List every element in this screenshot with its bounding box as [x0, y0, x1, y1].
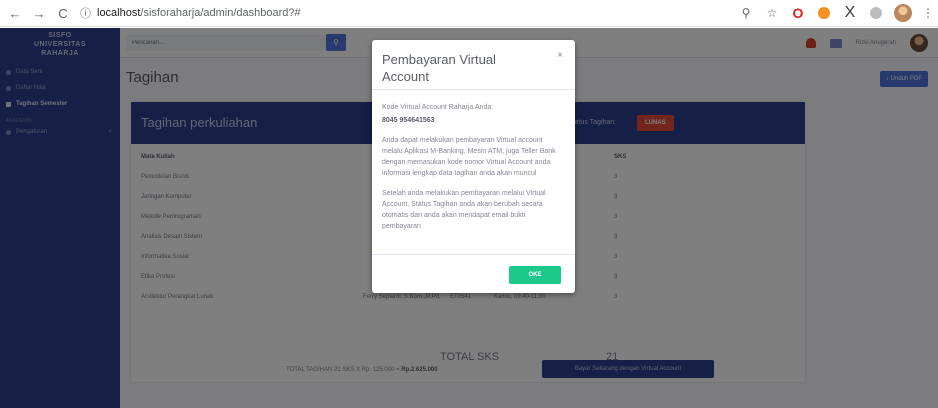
modal-title: Pembayaran Virtual Account: [382, 52, 496, 84]
zoom-icon[interactable]: ⚲: [738, 5, 754, 21]
star-icon[interactable]: ☆: [764, 5, 780, 21]
extension-icon[interactable]: [868, 5, 884, 21]
kebab-menu-icon[interactable]: ⋮: [922, 6, 934, 20]
url-path: /sisforaharja/admin/dashboard?#: [140, 7, 301, 19]
status-info: Setelah anda melakukan pembayaran melalu…: [382, 190, 546, 230]
reload-icon[interactable]: C: [54, 4, 72, 22]
modal-body: Kode Virtual Account Raharja Anda: 8045 …: [382, 102, 565, 241]
modal-footer: OKE: [372, 254, 575, 293]
ok-button[interactable]: OKE: [509, 266, 561, 284]
url-host: localhost: [97, 7, 141, 19]
modal-header: Pembayaran Virtual Account ×: [372, 40, 575, 90]
payment-instructions: Anda dapat melakukan pembayaran Virtual …: [382, 137, 556, 177]
back-icon[interactable]: ←: [6, 4, 24, 22]
avast-icon[interactable]: [816, 5, 832, 21]
va-label: Kode Virtual Account Raharja Anda:: [382, 104, 494, 111]
browser-actions: ⚲ ☆ O X ⋮: [738, 4, 934, 22]
close-icon[interactable]: ×: [557, 50, 563, 61]
profile-avatar[interactable]: [894, 4, 912, 22]
browser-toolbar: ← → C ⓘ localhost /sisforaharja/admin/da…: [0, 0, 938, 27]
info-icon[interactable]: ⓘ: [80, 5, 91, 21]
x-icon[interactable]: X: [842, 4, 858, 21]
opera-icon[interactable]: O: [790, 5, 806, 21]
forward-icon[interactable]: →: [30, 4, 48, 22]
virtual-account-modal: Pembayaran Virtual Account × Kode Virtua…: [372, 40, 575, 293]
va-number: 8045 954641563: [382, 117, 435, 124]
